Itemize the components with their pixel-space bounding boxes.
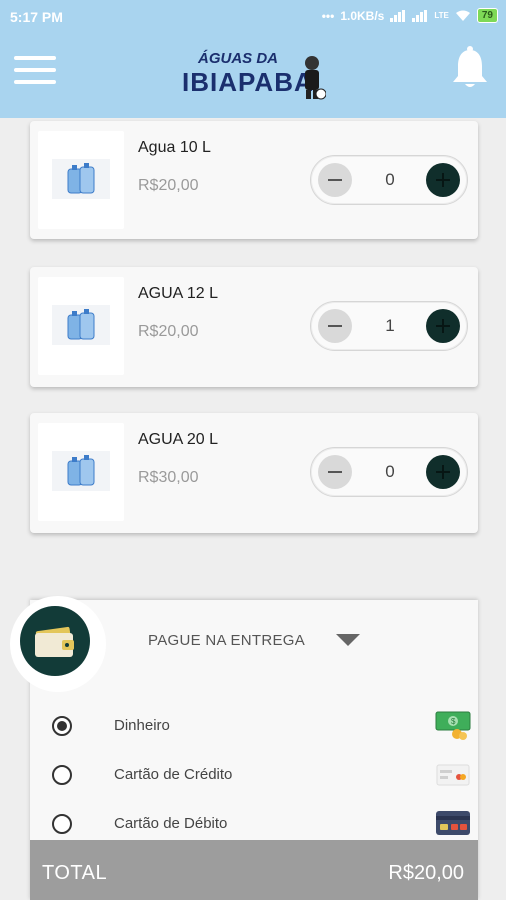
decrease-quantity-button[interactable] <box>318 309 352 343</box>
payment-option-label: Cartão de Débito <box>114 815 228 832</box>
wallet-badge <box>10 596 106 692</box>
radio-button[interactable] <box>52 814 72 834</box>
network-type: LTE <box>434 10 449 20</box>
product-card: AGUA 12 L R$20,00 1 <box>30 267 478 387</box>
hamburger-menu-button[interactable] <box>14 54 58 86</box>
product-price: R$20,00 <box>138 177 199 194</box>
payment-option-credit-card[interactable]: Cartão de Crédito <box>52 759 472 791</box>
product-card: AGUA 20 L R$30,00 0 <box>30 413 478 533</box>
cash-icon: $ <box>435 711 471 740</box>
signal-icon-2 <box>412 9 428 22</box>
water-jug-icon <box>52 451 110 491</box>
mascot-icon <box>305 56 326 100</box>
payment-mode-label[interactable]: PAGUE NA ENTREGA <box>148 632 305 649</box>
app-logo: ÁGUAS DA IBIAPABA <box>182 50 327 102</box>
product-image <box>38 131 124 229</box>
radio-button[interactable] <box>52 716 72 736</box>
increase-quantity-button[interactable] <box>426 309 460 343</box>
radio-button[interactable] <box>52 765 72 785</box>
total-label: TOTAL <box>42 862 108 884</box>
payment-option-label: Cartão de Crédito <box>114 766 233 783</box>
wallet-icon <box>35 626 74 657</box>
signal-icon <box>390 9 406 22</box>
quantity-stepper: 1 <box>310 301 468 351</box>
app-header: 5:17 PM ••• 1.0KB/s LTE 79 ÁGUAS DA IBIA… <box>0 0 506 118</box>
status-bar: 5:17 PM ••• 1.0KB/s LTE 79 <box>0 0 506 34</box>
more-dots-icon: ••• <box>321 8 335 23</box>
decrease-quantity-button[interactable] <box>318 163 352 197</box>
product-image <box>38 423 124 521</box>
quantity-value: 1 <box>385 316 395 335</box>
total-bar: TOTAL R$20,00 <box>30 840 478 900</box>
total-value: R$20,00 <box>388 862 464 884</box>
water-jug-icon <box>52 305 110 345</box>
product-card: Agua 10 L R$20,00 0 <box>30 121 478 239</box>
product-price: R$20,00 <box>138 323 199 340</box>
product-name: AGUA 12 L <box>138 285 219 302</box>
increase-quantity-button[interactable] <box>426 163 460 197</box>
product-image <box>38 277 124 375</box>
chevron-down-icon[interactable] <box>336 634 360 646</box>
credit-card-icon <box>436 764 470 786</box>
notification-bell-icon[interactable] <box>450 46 490 90</box>
debit-card-icon <box>436 811 470 835</box>
quantity-stepper: 0 <box>310 447 468 497</box>
product-name: AGUA 20 L <box>138 431 219 448</box>
product-name: Agua 10 L <box>138 139 211 156</box>
logo-text-main: IBIAPABA <box>182 67 314 97</box>
decrease-quantity-button[interactable] <box>318 455 352 489</box>
logo-text-top: ÁGUAS DA <box>198 50 279 67</box>
increase-quantity-button[interactable] <box>426 455 460 489</box>
battery-indicator: 79 <box>476 8 498 23</box>
wifi-icon <box>455 10 470 21</box>
payment-option-debit-card[interactable]: Cartão de Débito <box>52 808 472 840</box>
svg-text:$: $ <box>451 717 456 726</box>
product-price: R$30,00 <box>138 469 199 486</box>
status-time: 5:17 PM <box>10 9 63 25</box>
quantity-stepper: 0 <box>310 155 468 205</box>
network-speed: 1.0KB/s <box>340 8 385 23</box>
quantity-value: 0 <box>385 462 395 481</box>
quantity-value: 0 <box>385 170 395 189</box>
payment-option-cash[interactable]: Dinheiro $ <box>52 710 472 742</box>
payment-option-label: Dinheiro <box>114 717 170 734</box>
water-jug-icon <box>52 159 110 199</box>
wallet-circle <box>20 606 90 676</box>
status-indicators: ••• 1.0KB/s LTE 79 <box>322 8 498 23</box>
